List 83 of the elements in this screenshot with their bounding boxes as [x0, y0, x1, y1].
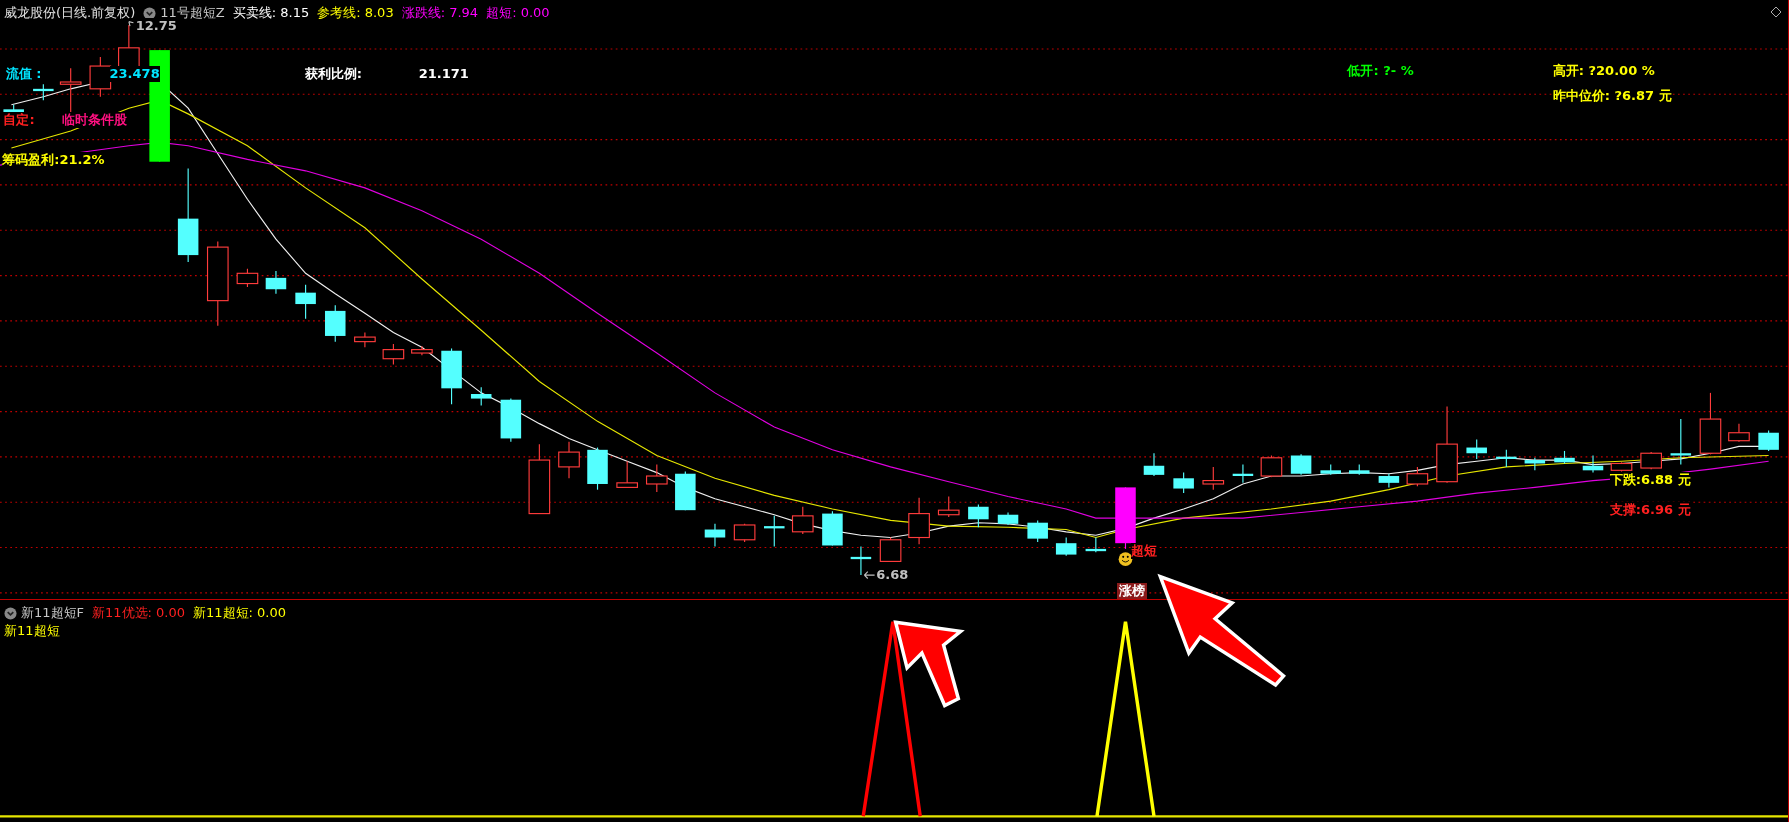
- indicator-reading: 参考线: 8.03: [317, 4, 394, 22]
- candlestick: [89, 56, 112, 98]
- candlestick: [968, 503, 989, 528]
- candlestick: [470, 386, 492, 406]
- indicator-reading: 超短: 0.00: [486, 4, 550, 22]
- candlestick: [937, 495, 960, 518]
- candlestick: [791, 506, 814, 535]
- candlestick: [1202, 466, 1225, 491]
- candlestick: [1640, 451, 1662, 470]
- candlestick: [1554, 450, 1575, 465]
- candlestick: [59, 67, 82, 115]
- candlestick: [1610, 461, 1633, 473]
- candlestick: [587, 446, 608, 491]
- candlestick: [1290, 453, 1312, 476]
- candlestick: [764, 515, 785, 548]
- leader-line: [863, 571, 876, 580]
- candlestick: [325, 304, 346, 343]
- candlestick: [1143, 452, 1165, 477]
- tag-label: 涨榜: [1116, 583, 1147, 599]
- candlestick: [1260, 454, 1283, 478]
- candlestick: [1378, 473, 1400, 488]
- chart-label: 临时条件股: [61, 111, 127, 128]
- chart-label: 自定:: [3, 111, 35, 128]
- leader-line: [128, 21, 134, 27]
- candlestick: [1699, 392, 1722, 455]
- candlestick: [558, 441, 580, 479]
- candlestick: [908, 497, 930, 545]
- candlestick: [1728, 423, 1750, 443]
- chart-label: 23.478: [109, 66, 160, 83]
- candlestick: [265, 270, 287, 295]
- indicator-reading: 新11优选: 0.00: [92, 604, 186, 622]
- candlestick: [1582, 454, 1604, 474]
- candlestick: [645, 464, 668, 493]
- chart-label: 获利比例:: [304, 66, 362, 83]
- candlestick: [616, 460, 638, 488]
- candlestick: [382, 343, 405, 365]
- candlestick: [1173, 472, 1194, 494]
- chart-label: 低开: ?- %: [1347, 62, 1414, 79]
- chart-label: 超短: [1130, 543, 1157, 560]
- chart-label: 流值 :: [5, 66, 42, 83]
- candlestick: [1232, 464, 1254, 484]
- smiley-icon: [1118, 552, 1133, 566]
- candlestick: [733, 523, 756, 543]
- candlestick: [1670, 418, 1692, 466]
- chart-label: 高开: ?20.00 %: [1552, 62, 1655, 79]
- chart-label: 下跌:6.88 元: [1609, 472, 1691, 489]
- indicator-name: 新11超短F: [21, 604, 85, 622]
- candlestick: [411, 345, 433, 356]
- candlestick: [850, 546, 872, 576]
- indicator-reading: 新11超短: 0.00: [193, 604, 287, 622]
- candlestick: [1406, 466, 1429, 487]
- candlestick: [354, 331, 376, 348]
- candlestick: [1085, 536, 1107, 553]
- candlestick: [295, 284, 316, 320]
- legend-label: 新11超短: [4, 623, 60, 638]
- candlestick: [33, 83, 54, 101]
- candlestick: [500, 398, 522, 443]
- indicator-reading: 涨跌线: 7.94: [401, 4, 479, 22]
- candlestick: [879, 536, 902, 562]
- candlestick: [822, 510, 843, 547]
- candlestick: [1027, 519, 1048, 543]
- candlestick: [236, 268, 259, 288]
- candlestick: [1758, 429, 1779, 452]
- candlestick: [1524, 457, 1546, 471]
- candlestick: [528, 443, 551, 515]
- candlestick: [1349, 464, 1370, 476]
- chart-label: 昨中位价: ?6.87 元: [1552, 87, 1672, 104]
- candlestick: [1320, 464, 1341, 476]
- indicator-reading: 买卖线: 8.15: [232, 4, 310, 22]
- chart-label: 筹码盈利:21.2%: [2, 151, 105, 168]
- candlestick: [1466, 439, 1487, 460]
- candlestick: [704, 523, 726, 548]
- chart-title: 威龙股份(日线.前复权): [4, 4, 136, 22]
- chart-label: 支撑:6.96 元: [1609, 502, 1691, 518]
- candlestick: [441, 347, 462, 405]
- diamond-icon[interactable]: [1770, 6, 1782, 18]
- collapse-icon[interactable]: [143, 6, 157, 20]
- candlestick: [997, 511, 1019, 526]
- candlestick: [1496, 449, 1517, 468]
- candlestick: [1055, 536, 1077, 557]
- collapse-icon[interactable]: [4, 606, 17, 620]
- candlestick: [675, 470, 696, 511]
- indicator-name: 11号超短Z: [160, 4, 225, 21]
